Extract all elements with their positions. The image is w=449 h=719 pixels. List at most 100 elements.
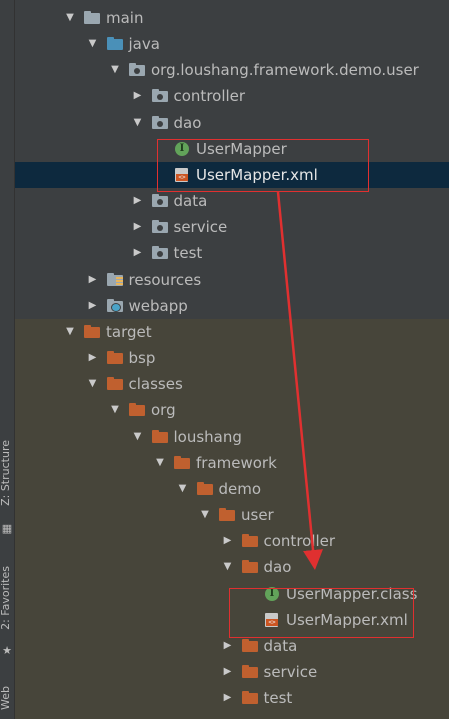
tree-row-org-loushang-framework-demo-user[interactable]: ▼ org.loushang.framework.demo.user [15, 57, 449, 83]
folder-pkg-icon [151, 115, 168, 130]
folder-orange-icon [241, 534, 258, 548]
tree-row-classes[interactable]: ▼ classes [15, 371, 449, 397]
tree-item-label: org.loushang.framework.demo.user [151, 61, 419, 80]
folder-orange-icon [241, 691, 258, 705]
chevron-down-icon[interactable]: ▼ [63, 325, 77, 339]
tree-item-label: demo [218, 479, 262, 498]
folder-orange-icon [174, 455, 190, 470]
tree-row-service[interactable]: ▶ service [15, 659, 449, 685]
folder-pkg-icon [151, 194, 168, 208]
tree-row-loushang[interactable]: ▼ loushang [15, 424, 449, 450]
folder-orange-icon [151, 429, 168, 444]
folder-orange-icon [241, 664, 258, 679]
tree-item-label: data [173, 192, 208, 211]
folder-orange-icon [129, 403, 145, 417]
tree-item-label: bsp [128, 349, 156, 368]
tree-item-label: classes [128, 375, 183, 394]
tree-item-label: resources [128, 270, 202, 289]
chevron-right-icon[interactable]: ▶ [131, 246, 145, 260]
tree-item-label: dao [263, 558, 292, 577]
chevron-right-icon[interactable]: ▶ [131, 220, 145, 234]
tree-row-user[interactable]: ▼ user [15, 502, 449, 528]
tree-item-label: UserMapper.class [286, 584, 418, 603]
chevron-down-icon[interactable]: ▼ [86, 37, 100, 51]
chevron-right-icon[interactable]: ▶ [131, 89, 145, 103]
folder-orange-icon [84, 325, 100, 339]
chevron-right-icon[interactable]: ▶ [86, 351, 100, 365]
chevron-down-icon[interactable]: ▼ [86, 377, 100, 391]
chevron-right-icon[interactable]: ▶ [86, 299, 100, 313]
tree-row-demo[interactable]: ▼ demo [15, 476, 449, 502]
tree-row-data[interactable]: ▶ data [15, 633, 449, 659]
folder-res-icon [106, 272, 123, 287]
tree-row-org[interactable]: ▼ org [15, 397, 449, 423]
tab-web[interactable]: Web [0, 686, 15, 710]
tree-item-label: framework [196, 453, 277, 472]
chevron-down-icon[interactable]: ▼ [198, 508, 212, 522]
tree-row-webapp[interactable]: ▶ webapp [15, 293, 449, 319]
tool-window-strip: Z: Structure ▦ 2: Favorites ★ Web [0, 0, 15, 719]
folder-pkg-icon [151, 220, 168, 234]
tab-favorites[interactable]: 2: Favorites [0, 566, 15, 630]
tree-item-label: target [106, 323, 152, 341]
tree-item-label: org [151, 401, 176, 420]
chevron-down-icon[interactable]: ▼ [221, 560, 235, 574]
folder-orange-icon [106, 377, 123, 391]
tree-item-label: service [263, 662, 318, 681]
tree-row-service[interactable]: ▶ service [15, 214, 449, 240]
tab-structure[interactable]: Z: Structure [0, 440, 15, 506]
structure-icon[interactable]: ▦ [0, 522, 14, 535]
xml-file-icon: <> [264, 612, 280, 627]
chevron-right-icon[interactable]: ▶ [221, 639, 235, 653]
tree-row-data[interactable]: ▶ data [15, 188, 449, 214]
tree-row-java[interactable]: ▼ java [15, 31, 449, 57]
tree-row-usermapper-class[interactable]: I UserMapper.class [15, 581, 449, 607]
chevron-down-icon[interactable]: ▼ [176, 482, 190, 496]
chevron-right-icon[interactable]: ▶ [221, 534, 235, 548]
tree-row-controller[interactable]: ▶ controller [15, 83, 449, 109]
chevron-right-icon[interactable]: ▶ [221, 691, 235, 705]
tree-row-target[interactable]: ▼ target [15, 319, 449, 345]
folder-web-icon [106, 298, 123, 313]
chevron-down-icon[interactable]: ▼ [153, 456, 167, 470]
folder-orange-icon [241, 560, 258, 574]
tree-row-resources[interactable]: ▶ resources [15, 267, 449, 293]
chevron-down-icon[interactable]: ▼ [63, 11, 77, 25]
tree-row-test[interactable]: ▶ test [15, 685, 449, 711]
chevron-down-icon[interactable]: ▼ [108, 403, 122, 417]
tree-row-usermapper[interactable]: I UserMapper [15, 136, 449, 162]
folder-blue-icon [106, 37, 123, 51]
tree-row-main[interactable]: ▼ main [15, 5, 449, 31]
chevron-right-icon[interactable]: ▶ [86, 273, 100, 287]
tree-item-label: service [173, 218, 228, 237]
tree-item-label: dao [173, 113, 202, 132]
chevron-right-icon[interactable]: ▶ [131, 194, 145, 208]
tree-row-usermapper-xml[interactable]: <> UserMapper.xml [15, 607, 449, 633]
tree-item-label: data [263, 636, 298, 655]
tree-row-test[interactable]: ▶ test [15, 240, 449, 266]
tree-row-framework[interactable]: ▼ framework [15, 450, 449, 476]
tree-row-bsp[interactable]: ▶ bsp [15, 345, 449, 371]
tree-row-dao[interactable]: ▼ dao [15, 110, 449, 136]
tree-item-label: user [241, 506, 274, 525]
chevron-down-icon[interactable]: ▼ [108, 63, 122, 77]
star-icon[interactable]: ★ [0, 644, 14, 657]
tree-item-label: UserMapper.xml [286, 610, 408, 629]
folder-pkg-icon [151, 246, 168, 260]
tree-row-dao[interactable]: ▼ dao [15, 554, 449, 580]
interface-icon: I [264, 586, 280, 601]
chevron-down-icon[interactable]: ▼ [131, 116, 145, 130]
tree-row-usermapper-xml[interactable]: <> UserMapper.xml [15, 161, 449, 188]
tree-row-controller[interactable]: ▶ controller [15, 528, 449, 554]
chevron-right-icon[interactable]: ▶ [221, 665, 235, 679]
folder-gray-icon [84, 11, 100, 25]
tree-item-label: test [263, 689, 293, 708]
chevron-down-icon[interactable]: ▼ [131, 430, 145, 444]
folder-pkg-icon [129, 63, 145, 77]
tree-item-label: java [128, 35, 160, 54]
tree-item-label: UserMapper.xml [196, 165, 318, 184]
folder-orange-icon [106, 351, 123, 365]
